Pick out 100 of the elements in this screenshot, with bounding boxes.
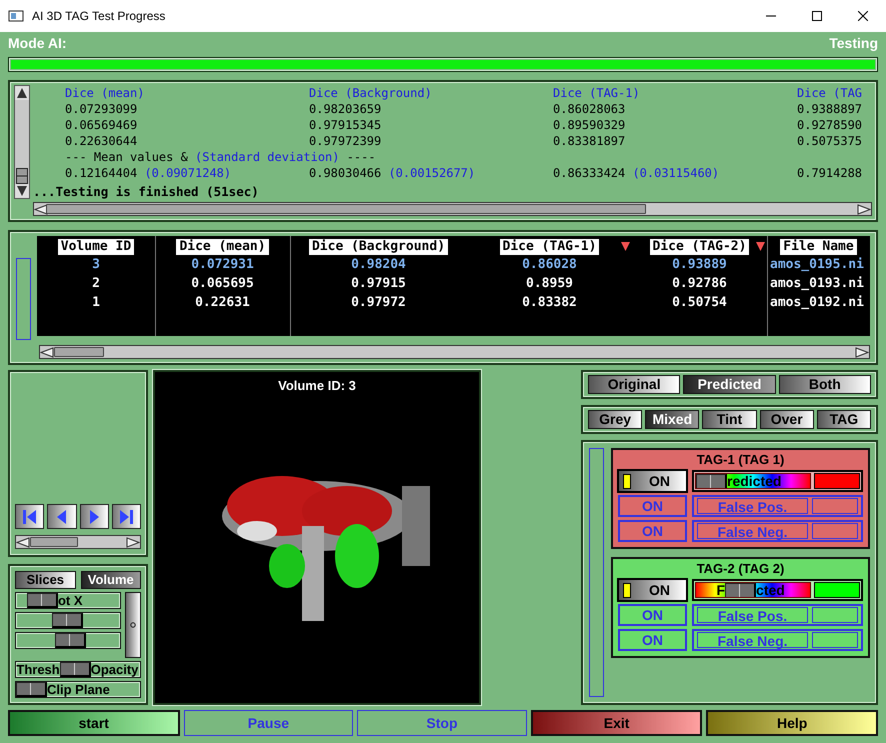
slider-thumb[interactable] — [696, 474, 727, 488]
right-arrow-icon[interactable] — [857, 204, 871, 214]
table-cell[interactable]: amos_0195.ni — [767, 255, 870, 274]
horizontal-scrollbar[interactable] — [15, 535, 141, 549]
table-cell[interactable]: amos_0192.ni — [767, 293, 870, 312]
slider[interactable]: Clip Plane — [15, 681, 141, 698]
log-value: 0.07293099 — [65, 101, 138, 117]
color-swatch[interactable] — [814, 473, 860, 489]
slider-thumb[interactable] — [725, 583, 756, 597]
view-tab[interactable]: Over — [760, 410, 814, 429]
column-header[interactable]: Volume ID — [58, 238, 134, 254]
view-tab[interactable]: Grey — [588, 410, 642, 429]
action-button[interactable]: Help — [706, 710, 878, 736]
close-icon — [858, 11, 868, 21]
view-tab[interactable]: Mixed — [645, 410, 700, 429]
slider-label: Clip Plane — [47, 682, 110, 697]
table-cell[interactable]: 0.86028 — [467, 255, 632, 274]
slider-thumb[interactable] — [55, 633, 86, 648]
scroll-thumb[interactable] — [54, 347, 104, 357]
tag-title: TAG-1 (TAG 1) — [696, 452, 786, 467]
table-cell[interactable]: 0.93889 — [632, 255, 767, 274]
slider-label: F — [716, 583, 726, 597]
slider[interactable]: Thresh Opacity — [15, 661, 141, 678]
mean-value: 0.86333424 — [553, 165, 626, 181]
scroll-thumb[interactable] — [46, 204, 646, 214]
table-cell[interactable]: 0.50754 — [632, 293, 767, 312]
first-button[interactable] — [15, 504, 44, 529]
log-value: 0.86028063 — [553, 101, 626, 117]
mean-value: 0.98030466 — [309, 165, 382, 181]
table-cell[interactable]: 0.97972 — [290, 293, 467, 312]
vertical-scrollbar[interactable] — [14, 85, 30, 199]
toggle-button[interactable]: ON — [618, 579, 687, 601]
vertical-slider[interactable] — [125, 592, 141, 658]
action-button[interactable]: Exit — [530, 710, 702, 736]
slider-thumb[interactable] — [60, 662, 91, 677]
viewer-title: Volume ID: 3 — [278, 377, 356, 395]
table-cell[interactable]: 0.22631 — [155, 293, 290, 312]
view-tab[interactable]: TAG — [816, 410, 872, 429]
log-value: 0.5075375 — [797, 133, 862, 149]
right-arrow-icon[interactable] — [126, 536, 140, 548]
right-arrow-icon[interactable] — [855, 346, 869, 358]
column-header[interactable]: Dice (TAG-1) — [500, 238, 600, 254]
column-header[interactable]: Dice (mean) — [176, 238, 269, 254]
mode-label: Mode AI: — [8, 34, 67, 52]
std-value: (0.03115460) — [632, 165, 720, 181]
left-arrow-icon[interactable] — [16, 536, 30, 548]
summary-highlight: (Standard deviation) — [195, 149, 340, 165]
view-tab[interactable]: Original — [588, 375, 680, 394]
mean-value: 0.12164404 — [65, 165, 138, 181]
up-arrow-icon[interactable] — [17, 88, 27, 98]
slider[interactable] — [15, 632, 121, 649]
table-cell[interactable]: 0.92786 — [632, 274, 767, 293]
left-arrow-icon[interactable] — [40, 346, 54, 358]
scroll-thumb-icon[interactable] — [16, 168, 28, 184]
log-value: 0.83381897 — [553, 133, 626, 149]
color-swatch[interactable] — [812, 498, 858, 514]
slider[interactable] — [15, 612, 121, 629]
table-cell[interactable]: 0.065695 — [155, 274, 290, 293]
horizontal-scrollbar[interactable] — [33, 202, 872, 216]
slider-thumb[interactable] — [26, 593, 58, 608]
color-slider[interactable]: redicted — [695, 473, 811, 489]
slider-thumb[interactable] — [130, 622, 136, 628]
color-swatch[interactable] — [814, 582, 860, 598]
mode-tab[interactable]: Volume — [80, 571, 141, 589]
column-header[interactable]: File Name — [780, 238, 857, 254]
down-arrow-icon[interactable] — [17, 186, 27, 196]
column-header[interactable]: Dice (TAG-2) — [650, 238, 750, 254]
status-message: ...Testing is finished (51sec) — [33, 184, 259, 199]
scroll-thumb[interactable] — [30, 537, 78, 547]
view-tab[interactable]: Both — [778, 375, 871, 394]
table-cell[interactable]: 0.8959 — [467, 274, 632, 293]
table-cell[interactable]: amos_0193.ni — [767, 274, 870, 293]
slider-thumb[interactable] — [16, 682, 47, 697]
color-swatch[interactable] — [812, 607, 858, 623]
table-cell[interactable]: 3 — [37, 255, 155, 274]
mode-tab[interactable]: Slices — [15, 571, 76, 589]
sort-arrow-icon[interactable] — [756, 242, 765, 251]
std-value: (0.00152677) — [388, 165, 476, 181]
toggle-button[interactable]: ON — [618, 470, 687, 492]
last-button[interactable] — [112, 504, 141, 529]
table-cell[interactable]: 0.83382 — [467, 293, 632, 312]
view-tab[interactable]: Tint — [702, 410, 757, 429]
table-cell[interactable]: 0.97915 — [290, 274, 467, 293]
horizontal-scrollbar[interactable] — [39, 345, 870, 359]
view-tab[interactable]: Predicted — [683, 375, 776, 394]
slider[interactable]: ot X — [15, 592, 121, 609]
table-cell[interactable]: 0.98204 — [290, 255, 467, 274]
action-button[interactable]: start — [8, 710, 180, 736]
table-cell[interactable]: 2 — [37, 274, 155, 293]
sort-arrow-icon[interactable] — [621, 242, 630, 251]
table-cell[interactable]: 0.072931 — [155, 255, 290, 274]
first-icon — [20, 508, 39, 526]
color-swatch[interactable] — [812, 632, 858, 648]
table-cell[interactable]: 1 — [37, 293, 155, 312]
next-button[interactable] — [80, 504, 109, 529]
column-header[interactable]: Dice (Background) — [308, 238, 448, 254]
log-value: 0.22630644 — [65, 133, 138, 149]
color-swatch[interactable] — [812, 523, 858, 539]
previous-button[interactable] — [47, 504, 76, 529]
slider-thumb[interactable] — [52, 613, 83, 628]
